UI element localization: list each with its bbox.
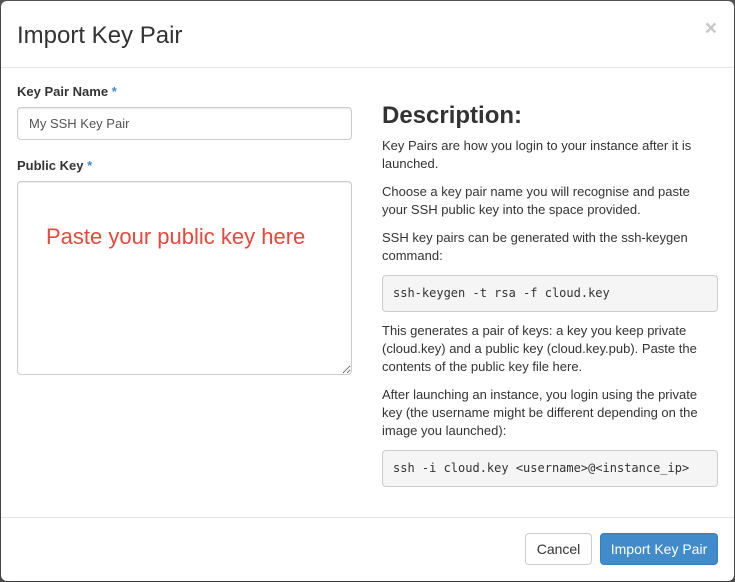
key-pair-name-label-text: Key Pair Name [17, 84, 109, 99]
key-pair-name-label: Key Pair Name * [17, 83, 353, 101]
description-paragraph: Key Pairs are how you login to your inst… [382, 138, 692, 171]
ssh-login-code-block: ssh -i cloud.key <username>@<instance_ip… [382, 450, 718, 487]
key-pair-name-input[interactable] [17, 107, 352, 140]
description-paragraph: Choose a key pair name you will recognis… [382, 184, 690, 217]
required-marker: * [87, 158, 93, 173]
description-paragraph: SSH key pairs can be generated with the … [382, 230, 688, 263]
public-key-label-text: Public Key [17, 158, 84, 173]
description-paragraph: This generates a pair of keys: a key you… [382, 323, 697, 374]
description-title: Description: [382, 102, 523, 129]
public-key-textarea[interactable] [17, 181, 352, 375]
description-column: Description: Key Pairs are how you login… [382, 101, 718, 497]
dialog-footer: Cancel Import Key Pair [1, 517, 734, 581]
public-key-label: Public Key * [17, 157, 353, 175]
required-marker: * [111, 84, 117, 99]
description-paragraph: After launching an instance, you login u… [382, 387, 698, 438]
dialog-title: Import Key Pair [17, 22, 183, 49]
form-column: Key Pair Name * Public Key * [17, 83, 353, 375]
dialog-header: Import Key Pair × [1, 1, 734, 68]
import-key-pair-button[interactable]: Import Key Pair [600, 533, 718, 565]
close-icon[interactable]: × [705, 18, 717, 39]
cancel-button[interactable]: Cancel [525, 533, 592, 565]
ssh-keygen-code-block: ssh-keygen -t rsa -f cloud.key [382, 275, 718, 312]
import-key-pair-dialog: Import Key Pair × Key Pair Name * Public… [1, 1, 734, 581]
